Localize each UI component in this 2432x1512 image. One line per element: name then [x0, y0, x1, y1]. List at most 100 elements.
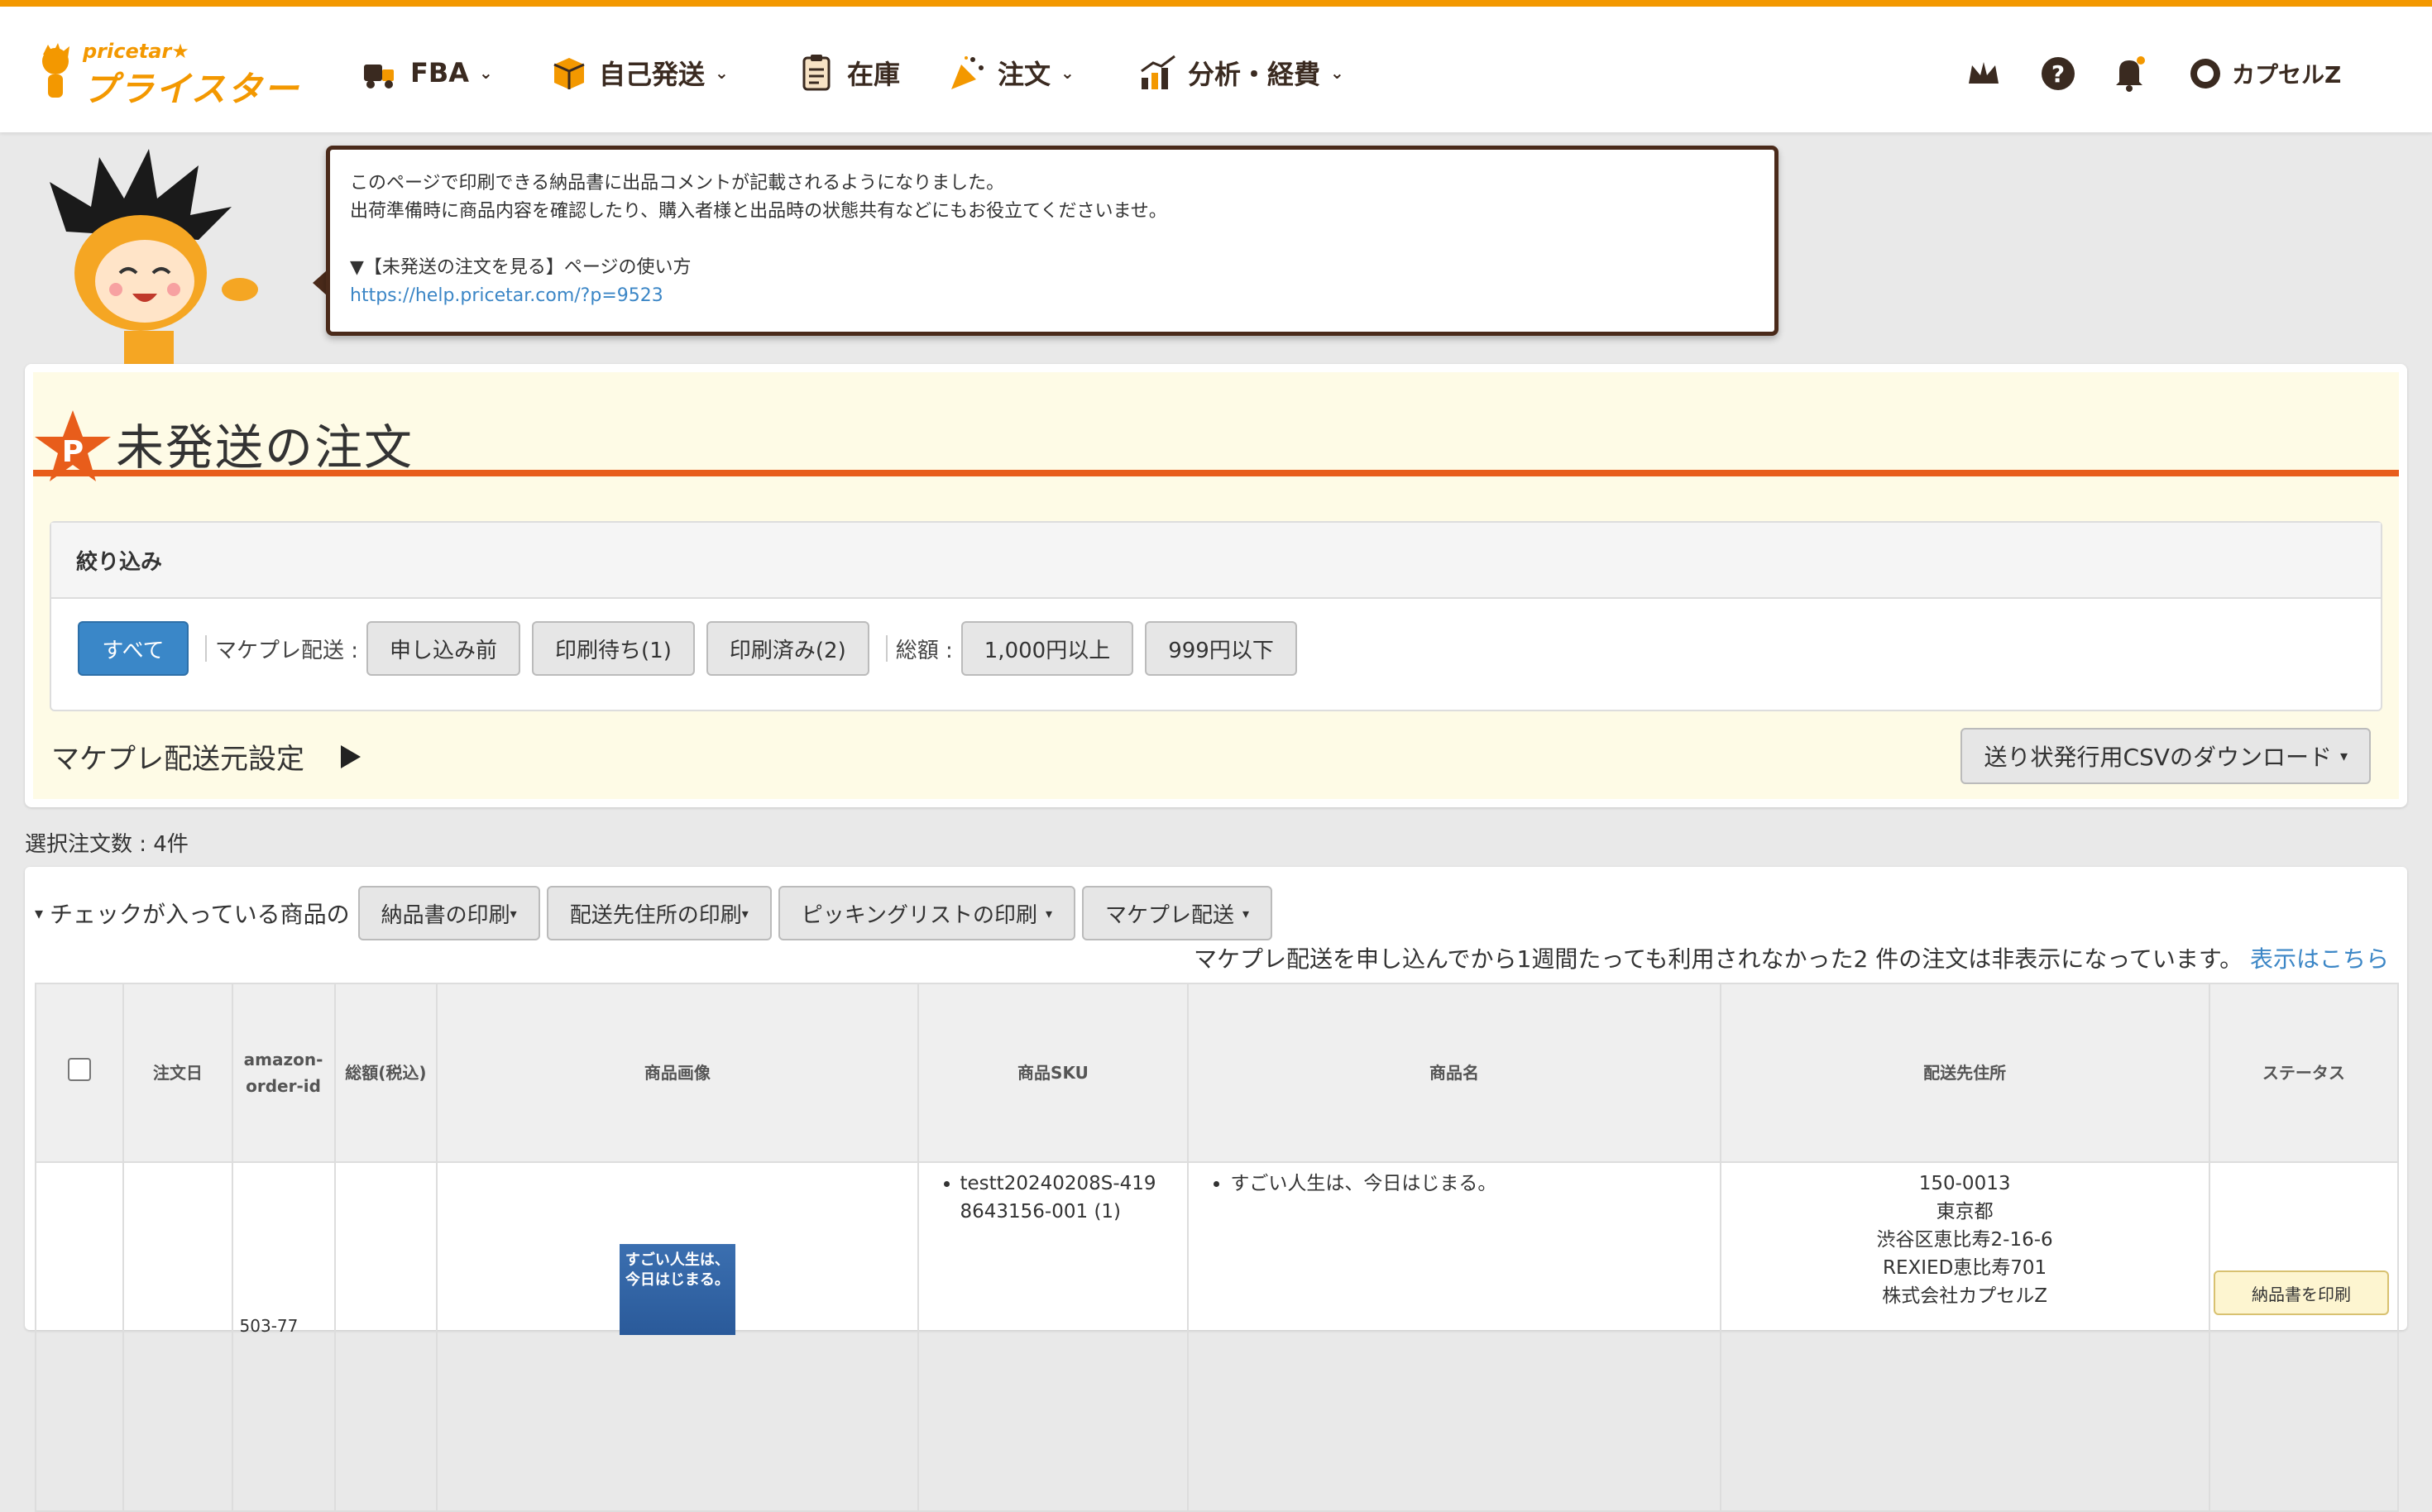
bulk-action-row: ▾ チェックが入っている商品の 納品書の印刷 ▾ 配送先住所の印刷 ▾ ピッキングリ… — [35, 885, 1279, 941]
row-product-image: すごい人生は、今日はじまる。 — [436, 1161, 919, 1512]
orders-table-card: ▾ チェックが入っている商品の 納品書の印刷 ▾ 配送先住所の印刷 ▾ ピッキングリ… — [25, 867, 2407, 1512]
nav-fba[interactable]: FBA ⌄ — [361, 48, 493, 98]
caret-right-icon — [341, 744, 361, 768]
print-invoice-label: 納品書の印刷 — [381, 902, 510, 928]
nav-analytics-label: 分析・経費 — [1188, 59, 1321, 90]
row-status — [2208, 1161, 2400, 1512]
filter-heading: 絞り込み — [51, 523, 2381, 599]
print-invoice-row-button[interactable]: 納品書を印刷 — [2214, 1270, 2389, 1315]
makepure-shipping-label: マケプレ配送 — [1105, 902, 1235, 928]
nav-inventory[interactable]: 在庫 — [797, 48, 900, 98]
nav-inventory-label: 在庫 — [847, 59, 901, 90]
filter-before-apply-button[interactable]: 申し込み前 — [366, 621, 521, 676]
print-picking-list-button[interactable]: ピッキングリストの印刷 ▾ — [778, 886, 1076, 940]
orders-table: 注文日 amazon-order-id 総額(税込) 商品画像 商品SKU 商品… — [34, 983, 2400, 1512]
filter-panel: 絞り込み すべて マケプレ配送 : 申し込み前 印刷待ち(1) 印刷済み(2) … — [50, 521, 2382, 711]
filter-over-1000-button[interactable]: 1,000円以上 — [960, 621, 1134, 676]
logo-big-text: プライスター — [83, 69, 300, 109]
notice-line-1: このページで印刷できる納品書に出品コメントが記載されるようになりました。 — [350, 173, 1005, 194]
header-product-name[interactable]: 商品名 — [1187, 983, 1721, 1163]
header-order-id[interactable]: amazon-order-id — [231, 983, 336, 1163]
title-underline — [33, 470, 2399, 476]
sku-item: testt20240208S-4198643156-001 (1) — [960, 1170, 1168, 1226]
address-zip: 150-0013 — [1918, 1173, 2011, 1194]
row-order-date — [122, 1161, 233, 1512]
nav-orders[interactable]: 注文 ⌄ — [948, 48, 1075, 98]
address-city: 渋谷区恵比寿2-16-6 — [1876, 1229, 2053, 1251]
accent-top-bar — [0, 0, 2432, 7]
caret-down-icon: ▾ — [1045, 905, 1053, 921]
clipboard-icon — [802, 55, 831, 91]
star-badge-letter: P — [62, 435, 84, 469]
print-address-label: 配送先住所の印刷 — [569, 902, 742, 928]
row-product-name: すごい人生は、今日はじまる。 — [1187, 1161, 1721, 1512]
user-name[interactable]: カプセルZ — [2232, 57, 2341, 90]
notice-bubble: このページで印刷できる納品書に出品コメントが記載されるようになりました。 出荷準… — [326, 146, 1779, 336]
filter-printed-button[interactable]: 印刷済み(2) — [706, 621, 869, 676]
header-product-image: 商品画像 — [436, 983, 919, 1163]
caret-down-icon: ▾ — [741, 905, 749, 921]
main-card: P 未発送の注文 絞り込み すべて マケプレ配送 : 申し込み前 印刷待ち(1)… — [25, 364, 2407, 807]
shipping-origin-toggle[interactable]: マケプレ配送元設定 — [51, 736, 361, 777]
help-link[interactable]: https://help.pricetar.com/?p=9523 — [350, 285, 663, 306]
csv-download-label: 送り状発行用CSVのダウンロード — [1984, 744, 2332, 771]
top-navigation: pricetar★ プライスター FBA ⌄ 自己発送 ⌄ 在庫 注文 ⌄ 分析… — [0, 7, 2432, 132]
show-hidden-link[interactable]: 表示はこちら — [2250, 945, 2389, 973]
product-name-item: すごい人生は、今日はじまる。 — [1230, 1170, 1699, 1198]
hidden-orders-text: マケプレ配送を申し込んでから1週間たっても利用されなかった2 件の注文は非表示に… — [1193, 945, 2243, 973]
chevron-down-icon: ⌄ — [1330, 63, 1344, 83]
makepure-shipping-button[interactable]: マケプレ配送 ▾ — [1082, 886, 1273, 940]
page-title: 未発送の注文 — [116, 419, 414, 476]
makepure-label: マケプレ配送 : — [205, 634, 358, 664]
mascot-character-image — [50, 149, 258, 364]
address-building: REXIED恵比寿701 — [1883, 1257, 2047, 1279]
crown-icon[interactable] — [1965, 57, 2002, 90]
table-row: 503-77 すごい人生は、今日はじまる。 testt20240208S-419… — [34, 1161, 2400, 1512]
address-company: 株式会社カプセルZ — [1882, 1285, 2047, 1307]
chevron-down-icon: ⌄ — [1060, 63, 1075, 83]
nav-self-shipping-label: 自己発送 — [599, 59, 706, 90]
shipping-origin-label: マケプレ配送元設定 — [51, 743, 304, 776]
header-sku[interactable]: 商品SKU — [917, 983, 1190, 1163]
address-prefecture: 東京都 — [1936, 1201, 1994, 1223]
header-checkbox-cell — [34, 983, 125, 1163]
print-picking-list-label: ピッキングリストの印刷 — [801, 902, 1037, 928]
print-address-button[interactable]: 配送先住所の印刷 ▾ — [546, 886, 772, 940]
caret-down-icon: ▾ — [2339, 747, 2348, 765]
notice-line-2: 出荷準備時に商品内容を確認したり、購入者様と出品時の状態共有などにもお役立てくだ… — [350, 201, 1167, 222]
truck-icon — [364, 65, 394, 89]
nav-analytics[interactable]: 分析・経費 ⌄ — [1138, 48, 1344, 98]
main-card-inner: P 未発送の注文 絞り込み すべて マケプレ配送 : 申し込み前 印刷待ち(1)… — [33, 372, 2399, 799]
header-total[interactable]: 総額(税込) — [333, 983, 438, 1163]
header-order-date[interactable]: 注文日 — [122, 983, 233, 1163]
header-status: ステータス — [2208, 983, 2400, 1163]
row-checkbox-cell — [34, 1161, 125, 1512]
mascot-logo-icon — [42, 43, 69, 98]
help-icon[interactable]: ? — [2042, 57, 2075, 90]
nav-self-shipping[interactable]: 自己発送 ⌄ — [549, 48, 729, 98]
row-sku: testt20240208S-4198643156-001 (1) — [917, 1161, 1190, 1512]
header-address: 配送先住所 — [1719, 983, 2210, 1163]
bell-icon[interactable] — [2113, 55, 2146, 92]
filter-under-999-button[interactable]: 999円以下 — [1145, 621, 1297, 676]
caret-down-icon: ▾ — [510, 905, 517, 921]
row-total — [333, 1161, 438, 1512]
pricetar-logo[interactable]: pricetar★ プライスター — [36, 40, 309, 109]
caret-down-icon: ▾ — [1242, 905, 1250, 921]
page-title-row: P 未発送の注文 — [33, 372, 2399, 481]
user-avatar-icon[interactable] — [2189, 57, 2222, 90]
caret-down-icon[interactable]: ▾ — [35, 903, 43, 923]
nav-fba-label: FBA — [410, 57, 470, 89]
filter-awaiting-print-button[interactable]: 印刷待ち(1) — [532, 621, 695, 676]
hidden-orders-note: マケプレ配送を申し込んでから1週間たっても利用されなかった2 件の注文は非表示に… — [1194, 941, 2389, 974]
filter-all-button[interactable]: すべて — [78, 621, 189, 676]
bulk-action-label: チェックが入っている商品の — [50, 901, 350, 928]
chevron-down-icon: ⌄ — [715, 63, 729, 83]
csv-download-button[interactable]: 送り状発行用CSVのダウンロード ▾ — [1960, 728, 2371, 784]
print-invoice-button[interactable]: 納品書の印刷 ▾ — [357, 886, 540, 940]
chevron-down-icon: ⌄ — [479, 63, 493, 83]
total-label: 総額 : — [886, 634, 953, 664]
select-all-checkbox[interactable] — [68, 1057, 92, 1081]
table-header-row: 注文日 amazon-order-id 総額(税込) 商品画像 商品SKU 商品… — [34, 983, 2400, 1163]
chart-icon — [1141, 55, 1175, 89]
